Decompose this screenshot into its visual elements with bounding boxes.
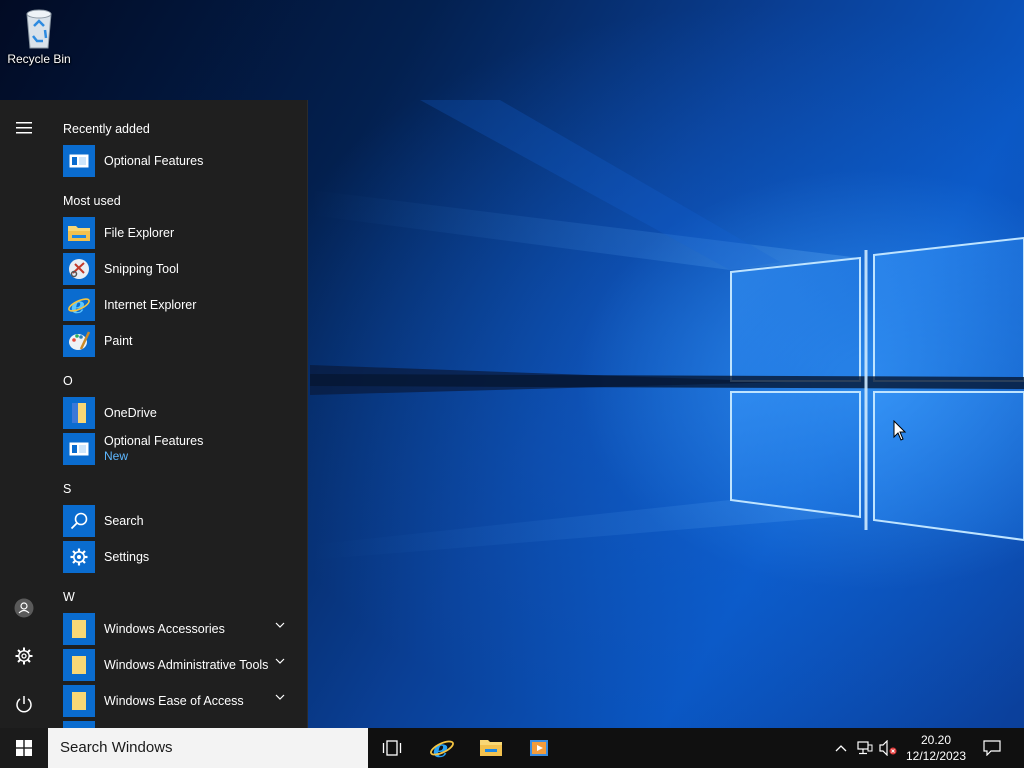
taskbar-search-input[interactable] bbox=[48, 728, 368, 768]
app-item-windows-accessories[interactable]: Windows Accessories bbox=[63, 612, 295, 646]
mouse-cursor-icon bbox=[893, 420, 907, 441]
folder-icon bbox=[63, 649, 95, 681]
start-button[interactable] bbox=[0, 728, 48, 768]
expand-menu-button[interactable] bbox=[4, 110, 44, 146]
windows-logo-icon bbox=[16, 740, 32, 756]
recycle-bin-icon bbox=[26, 9, 52, 49]
app-label: Windows Ease of Access bbox=[104, 693, 244, 708]
app-item-optional-features-recent[interactable]: Optional Features bbox=[63, 144, 295, 178]
svg-text:e: e bbox=[71, 293, 85, 317]
app-label: Optional Features bbox=[104, 434, 204, 448]
internet-explorer-icon: e bbox=[430, 735, 454, 761]
app-item-settings[interactable]: Settings bbox=[63, 540, 295, 574]
group-header-recently-added: Recently added bbox=[63, 122, 150, 136]
volume-muted-icon bbox=[879, 740, 897, 756]
app-label: Search bbox=[104, 513, 144, 528]
app-item-partial[interactable] bbox=[63, 720, 295, 728]
file-explorer-icon bbox=[63, 217, 95, 249]
new-badge: New bbox=[104, 449, 129, 463]
app-label: Windows Accessories bbox=[104, 621, 225, 636]
optional-features-icon bbox=[63, 145, 95, 177]
folder-icon bbox=[63, 685, 95, 717]
taskbar-file-explorer[interactable] bbox=[467, 728, 515, 768]
snipping-tool-icon bbox=[63, 253, 95, 285]
chevron-up-icon bbox=[835, 745, 847, 752]
settings-button[interactable] bbox=[4, 638, 44, 674]
app-label: OneDrive bbox=[104, 405, 157, 420]
volume-button[interactable] bbox=[877, 728, 899, 768]
power-button[interactable] bbox=[4, 686, 44, 722]
user-account-icon bbox=[14, 598, 34, 618]
folder-icon bbox=[63, 721, 95, 728]
internet-explorer-icon: e bbox=[63, 289, 95, 321]
gear-icon bbox=[15, 647, 33, 665]
app-item-search[interactable]: Search bbox=[63, 504, 295, 538]
chevron-down-icon[interactable] bbox=[275, 694, 285, 700]
task-view-icon bbox=[382, 740, 402, 756]
app-label: Snipping Tool bbox=[104, 261, 179, 276]
media-player-icon bbox=[530, 740, 548, 756]
taskbar-media-player[interactable] bbox=[515, 728, 563, 768]
optional-features-icon bbox=[63, 433, 95, 465]
app-label: Internet Explorer bbox=[104, 297, 197, 312]
file-explorer-icon bbox=[480, 740, 502, 756]
power-icon bbox=[16, 696, 32, 713]
app-item-snipping-tool[interactable]: Snipping Tool bbox=[63, 252, 295, 286]
show-hidden-icons-button[interactable] bbox=[830, 728, 852, 768]
search-icon bbox=[63, 505, 95, 537]
action-center-icon bbox=[983, 740, 1001, 756]
group-header-most-used: Most used bbox=[63, 194, 121, 208]
group-header-o: O bbox=[63, 374, 73, 388]
start-menu: Recently added Optional Features Most us… bbox=[0, 100, 308, 728]
gear-icon bbox=[63, 541, 95, 573]
app-label: Optional Features bbox=[104, 153, 204, 168]
hamburger-menu-icon bbox=[16, 122, 32, 134]
app-label: File Explorer bbox=[104, 225, 175, 240]
app-item-windows-ease-of-access[interactable]: Windows Ease of Access bbox=[63, 684, 295, 718]
chevron-down-icon[interactable] bbox=[275, 658, 285, 664]
app-item-internet-explorer[interactable]: e Internet Explorer bbox=[63, 288, 295, 322]
network-icon bbox=[857, 741, 873, 755]
app-label: Windows Administrative Tools bbox=[104, 657, 269, 672]
action-center-button[interactable] bbox=[972, 728, 1012, 768]
app-item-optional-features[interactable]: Optional Features New bbox=[63, 432, 295, 466]
clock-date: 12/12/2023 bbox=[905, 749, 967, 763]
app-item-file-explorer[interactable]: File Explorer bbox=[63, 216, 295, 250]
svg-text:e: e bbox=[433, 735, 448, 761]
desktop-icon-recycle-bin[interactable]: Recycle Bin bbox=[4, 6, 74, 76]
desktop-icon-label: Recycle Bin bbox=[7, 52, 71, 66]
network-button[interactable] bbox=[854, 728, 876, 768]
task-view-button[interactable] bbox=[368, 728, 416, 768]
paint-icon bbox=[63, 325, 95, 357]
start-app-list: Recently added Optional Features Most us… bbox=[48, 100, 308, 728]
folder-icon bbox=[63, 613, 95, 645]
user-account-button[interactable] bbox=[4, 590, 44, 626]
group-header-s: S bbox=[63, 482, 72, 496]
app-item-paint[interactable]: Paint bbox=[63, 324, 295, 358]
taskbar-internet-explorer[interactable]: e bbox=[418, 728, 466, 768]
start-menu-rail bbox=[0, 100, 48, 728]
group-header-w: W bbox=[63, 590, 75, 604]
clock-time: 20.20 bbox=[920, 733, 952, 747]
app-label: Paint bbox=[104, 333, 133, 348]
app-item-windows-administrative-tools[interactable]: Windows Administrative Tools bbox=[63, 648, 295, 682]
taskbar: e 20.20 bbox=[0, 728, 1024, 768]
app-item-onedrive[interactable]: OneDrive bbox=[63, 396, 295, 430]
onedrive-icon bbox=[63, 397, 95, 429]
taskbar-clock[interactable]: 20.20 12/12/2023 bbox=[900, 728, 972, 768]
chevron-down-icon[interactable] bbox=[275, 622, 285, 628]
app-label: Settings bbox=[104, 549, 150, 564]
